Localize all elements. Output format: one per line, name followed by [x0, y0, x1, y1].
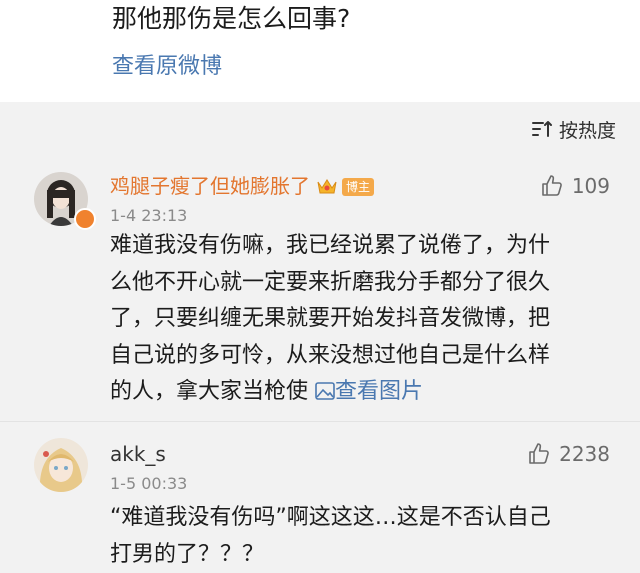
like-button[interactable]: 109	[540, 174, 610, 198]
thumbs-up-icon	[540, 174, 564, 198]
comment-body: 难道我没有伤嘛，我已经说累了说倦了，为什 么他不开心就一定要来折磨我分手都分了很…	[110, 228, 610, 411]
comment-line: 么他不开心就一定要来折磨我分手都分了很久	[110, 265, 610, 302]
like-button[interactable]: 2238	[527, 442, 610, 466]
sort-by-hot-button[interactable]: 按热度	[531, 114, 616, 144]
username-text: 鸡腿子瘦了但她膨胀了	[110, 174, 310, 198]
avatar[interactable]	[34, 438, 88, 492]
image-icon	[315, 382, 335, 400]
view-image-text: 查看图片	[335, 379, 423, 404]
view-image-link[interactable]: 查看图片	[315, 379, 423, 404]
post-text: 那他那伤是怎么回事?	[112, 2, 350, 36]
comment-line: 难道我没有伤嘛，我已经说累了说倦了，为什	[110, 228, 610, 265]
sort-label: 按热度	[559, 116, 616, 143]
comment-line: “难道我没有伤吗”啊这这这…这是不否认自己	[110, 500, 610, 537]
comment-username[interactable]: akk_s	[110, 440, 166, 468]
original-post-card: 那他那伤是怎么回事? 查看原微博	[0, 0, 640, 102]
crown-icon	[316, 176, 338, 196]
comment-line: 打男的了？？？	[110, 537, 610, 573]
comment-timestamp: 1-5 00:33	[110, 473, 187, 495]
comment-line: 的人，拿大家当枪使	[110, 379, 308, 404]
like-count: 109	[572, 174, 610, 198]
verified-badge-icon	[74, 208, 96, 230]
view-original-post-link[interactable]: 查看原微博	[112, 52, 222, 82]
thumbs-up-icon	[527, 442, 551, 466]
comment-username[interactable]: 鸡腿子瘦了但她膨胀了 博主	[110, 172, 374, 200]
comment-line: 了，只要纠缠无果就要开始发抖音发微博，把	[110, 301, 610, 338]
comment-divider	[0, 421, 640, 422]
comment-body: “难道我没有伤吗”啊这这这…这是不否认自己 打男的了？？？	[110, 500, 610, 573]
comment-line-last: 的人，拿大家当枪使 查看图片	[110, 374, 610, 411]
blogger-badge: 博主	[342, 178, 374, 196]
sort-icon	[531, 119, 553, 139]
comment-timestamp: 1-4 23:13	[110, 205, 187, 227]
comment-line: 自己说的多可怜，从来没想过他自己是什么样	[110, 338, 610, 375]
like-count: 2238	[559, 442, 610, 466]
